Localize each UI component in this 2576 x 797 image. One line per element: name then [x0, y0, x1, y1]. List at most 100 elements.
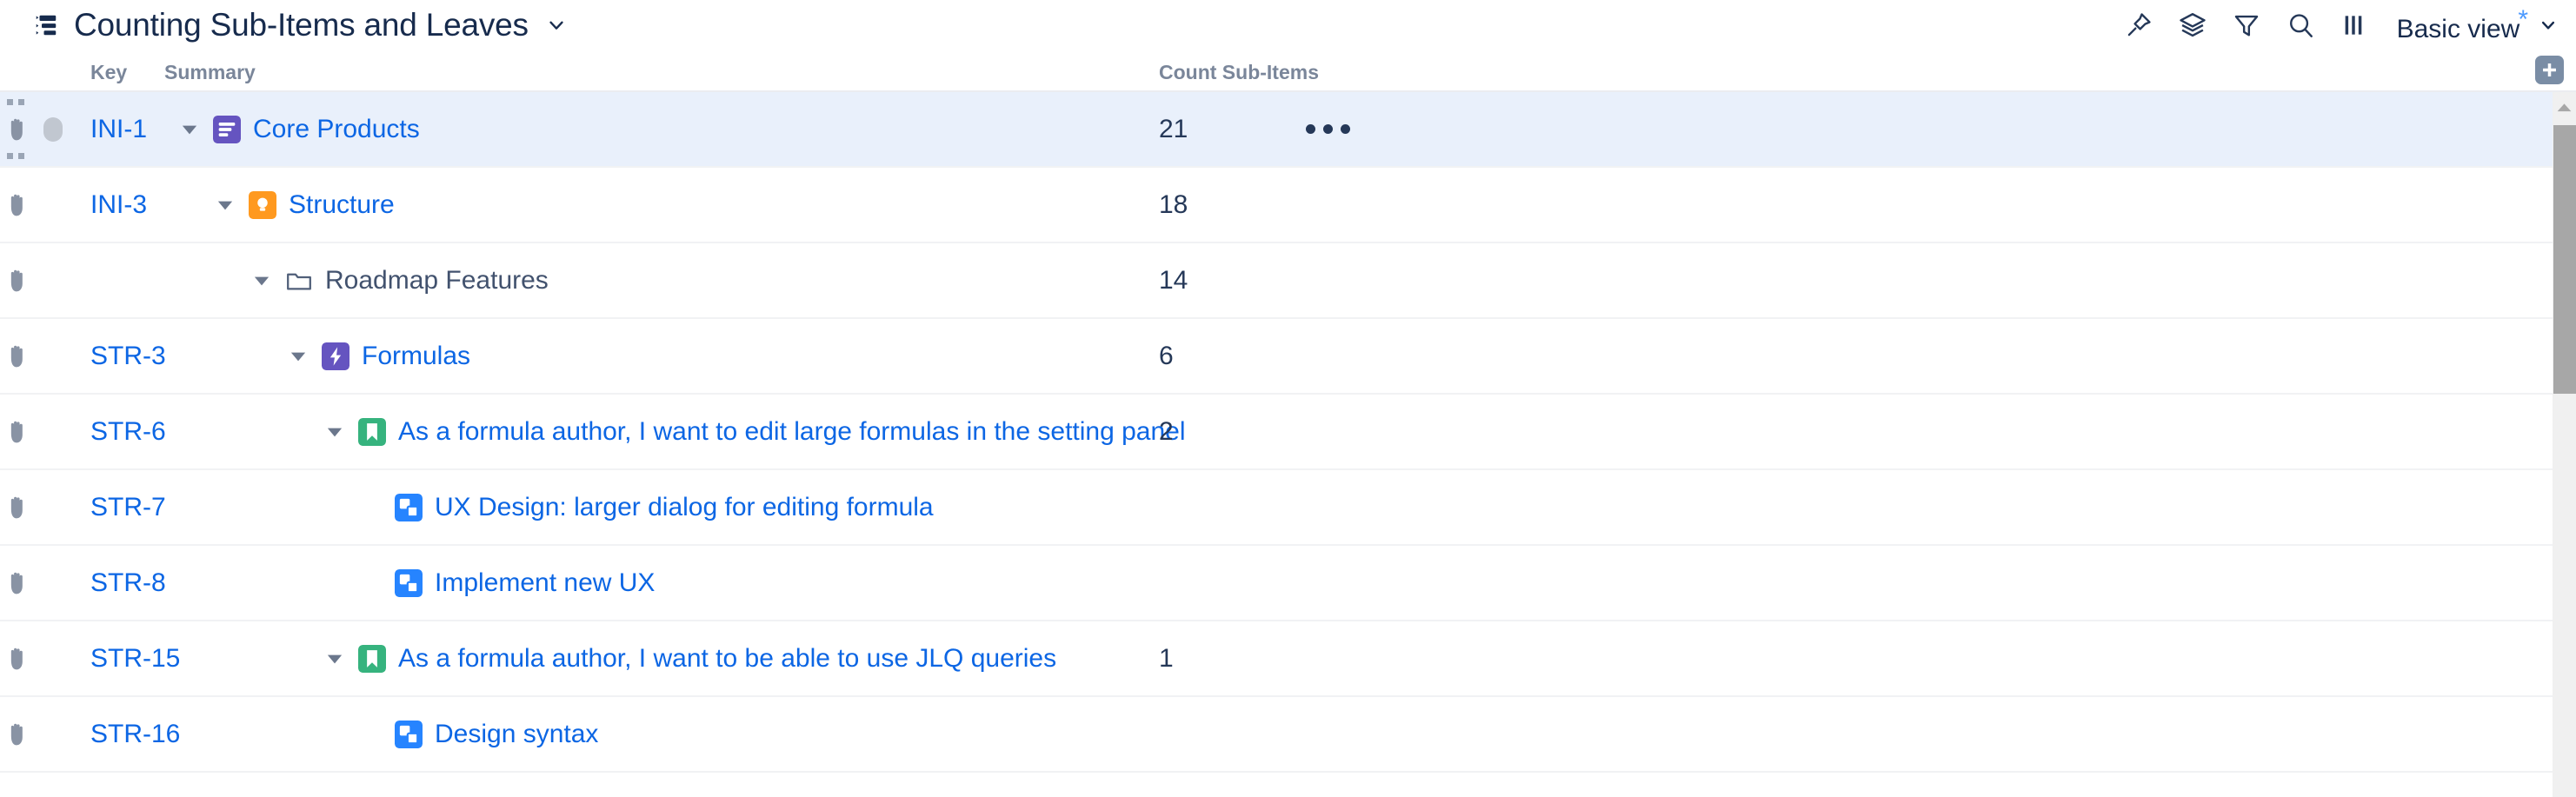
issue-summary-link[interactable]: Design syntax: [435, 720, 598, 749]
summary-cell: Structure: [214, 190, 395, 220]
view-chevron-down-icon[interactable]: [2539, 17, 2557, 34]
story-icon: [358, 418, 386, 446]
app-toolbar: Counting Sub-Items and Leaves: [0, 0, 2576, 50]
drag-hand-icon: [5, 568, 28, 598]
drag-handle[interactable]: [5, 190, 28, 220]
issue-key-link[interactable]: STR-8: [90, 568, 166, 598]
add-column-button[interactable]: [2535, 56, 2564, 84]
epic-icon: [322, 342, 349, 370]
twisty-spacer: [360, 723, 383, 746]
drag-dots-bottom: [7, 153, 26, 159]
structure-title-block[interactable]: Counting Sub-Items and Leaves: [33, 7, 566, 43]
rows-container: INI-1Core Products21INI-3Structure18Road…: [0, 92, 2576, 773]
story-icon: [358, 645, 386, 673]
issue-key-link[interactable]: INI-3: [90, 190, 147, 220]
issue-summary-link[interactable]: As a formula author, I want to be able t…: [398, 644, 1056, 674]
drag-handle[interactable]: [5, 417, 28, 447]
pin-icon[interactable]: [2124, 10, 2153, 40]
table-row[interactable]: STR-7 UX Design: larger dialog for editin…: [0, 470, 2576, 546]
column-header-key[interactable]: Key: [90, 61, 127, 84]
plus-icon: [2540, 61, 2559, 79]
structure-grid: INI-1Core Products21INI-3Structure18Road…: [0, 92, 2576, 797]
issue-key-link[interactable]: STR-3: [90, 342, 166, 371]
page-title: Counting Sub-Items and Leaves: [74, 7, 529, 43]
caret-up-icon: [2556, 102, 2573, 113]
drag-handle[interactable]: [5, 266, 28, 296]
issue-summary-link[interactable]: Structure: [289, 190, 395, 220]
collapse-triangle-icon[interactable]: [287, 345, 310, 368]
toolbar-actions: Basic view*: [2124, 7, 2557, 44]
drag-hand-icon: [5, 342, 28, 371]
scrollbar-thumb[interactable]: [2553, 125, 2576, 394]
column-header-summary[interactable]: Summary: [164, 61, 256, 84]
table-row[interactable]: STR-16 Design syntax: [0, 697, 2576, 773]
summary-cell: As a formula author, I want to edit larg…: [323, 417, 1186, 447]
subtask-icon: [395, 494, 423, 521]
drag-hand-icon: [5, 644, 28, 674]
drag-hand-icon: [5, 190, 28, 220]
issue-summary-link[interactable]: Core Products: [253, 115, 420, 144]
collapse-triangle-icon[interactable]: [323, 421, 346, 443]
folder-summary-label: Roadmap Features: [325, 266, 549, 296]
view-name-text: Basic view: [2397, 15, 2520, 43]
table-row[interactable]: Roadmap Features14: [0, 243, 2576, 319]
summary-cell: Formulas: [287, 342, 470, 371]
issue-key-link[interactable]: STR-16: [90, 720, 180, 749]
drag-handle[interactable]: [5, 568, 28, 598]
collapse-triangle-icon[interactable]: [250, 269, 273, 292]
column-header-count-sub-items[interactable]: Count Sub-Items: [1159, 61, 1319, 84]
table-row[interactable]: STR-6 As a formula author, I want to edit…: [0, 395, 2576, 470]
table-row[interactable]: INI-1Core Products21: [0, 92, 2576, 168]
issue-key-link[interactable]: INI-1: [90, 115, 147, 144]
twisty-spacer: [360, 572, 383, 594]
issue-key-link[interactable]: STR-6: [90, 417, 166, 447]
view-selector[interactable]: Basic view*: [2397, 7, 2557, 44]
issue-summary-link[interactable]: UX Design: larger dialog for editing for…: [435, 493, 934, 522]
vertical-scrollbar[interactable]: [2553, 92, 2576, 797]
view-modified-marker: *: [2518, 5, 2528, 34]
initiative-orange-icon: [249, 191, 276, 219]
layers-icon[interactable]: [2178, 10, 2207, 40]
summary-cell: Implement new UX: [360, 568, 655, 598]
drag-handle[interactable]: [5, 720, 28, 749]
row-status-marker[interactable]: [43, 117, 63, 142]
drag-handle[interactable]: [5, 115, 28, 144]
count-sub-items-value: 6: [1159, 342, 1174, 371]
grid-header: Key Summary Count Sub-Items: [0, 50, 2576, 92]
columns-icon[interactable]: [2340, 11, 2367, 39]
issue-summary-link[interactable]: Implement new UX: [435, 568, 655, 598]
issue-key-link[interactable]: STR-7: [90, 493, 166, 522]
scroll-up-button[interactable]: [2553, 92, 2576, 122]
summary-cell: UX Design: larger dialog for editing for…: [360, 493, 934, 522]
table-row[interactable]: STR-15 As a formula author, I want to be …: [0, 621, 2576, 697]
initiative-purple-icon: [213, 116, 241, 143]
more-options-icon[interactable]: [1306, 124, 1350, 134]
drag-hand-icon: [5, 417, 28, 447]
table-row[interactable]: INI-3 Structure 18: [0, 168, 2576, 243]
title-chevron-down-icon[interactable]: [543, 16, 566, 35]
table-row[interactable]: STR-8 Implement new UX: [0, 546, 2576, 621]
summary-cell: Design syntax: [360, 720, 598, 749]
drag-dots-top: [7, 99, 26, 105]
search-icon[interactable]: [2286, 10, 2315, 40]
drag-handle[interactable]: [5, 644, 28, 674]
collapse-triangle-icon[interactable]: [323, 648, 346, 670]
issue-summary-link[interactable]: As a formula author, I want to edit larg…: [398, 417, 1186, 447]
drag-handle[interactable]: [5, 493, 28, 522]
subtask-icon: [395, 721, 423, 748]
collapse-triangle-icon[interactable]: [178, 118, 201, 141]
filter-icon[interactable]: [2232, 10, 2261, 40]
issue-summary-link[interactable]: Formulas: [362, 342, 470, 371]
drag-hand-icon: [5, 115, 28, 144]
collapse-triangle-icon[interactable]: [214, 194, 236, 216]
table-row[interactable]: STR-3 Formulas 6: [0, 319, 2576, 395]
count-sub-items-value: 2: [1159, 417, 1174, 447]
subtask-icon: [395, 569, 423, 597]
structure-icon: [33, 12, 59, 38]
view-name: Basic view*: [2397, 7, 2528, 44]
issue-key-link[interactable]: STR-15: [90, 644, 180, 674]
summary-cell: As a formula author, I want to be able t…: [323, 644, 1056, 674]
count-sub-items-value: 18: [1159, 190, 1188, 220]
drag-handle[interactable]: [5, 342, 28, 371]
drag-hand-icon: [5, 266, 28, 296]
